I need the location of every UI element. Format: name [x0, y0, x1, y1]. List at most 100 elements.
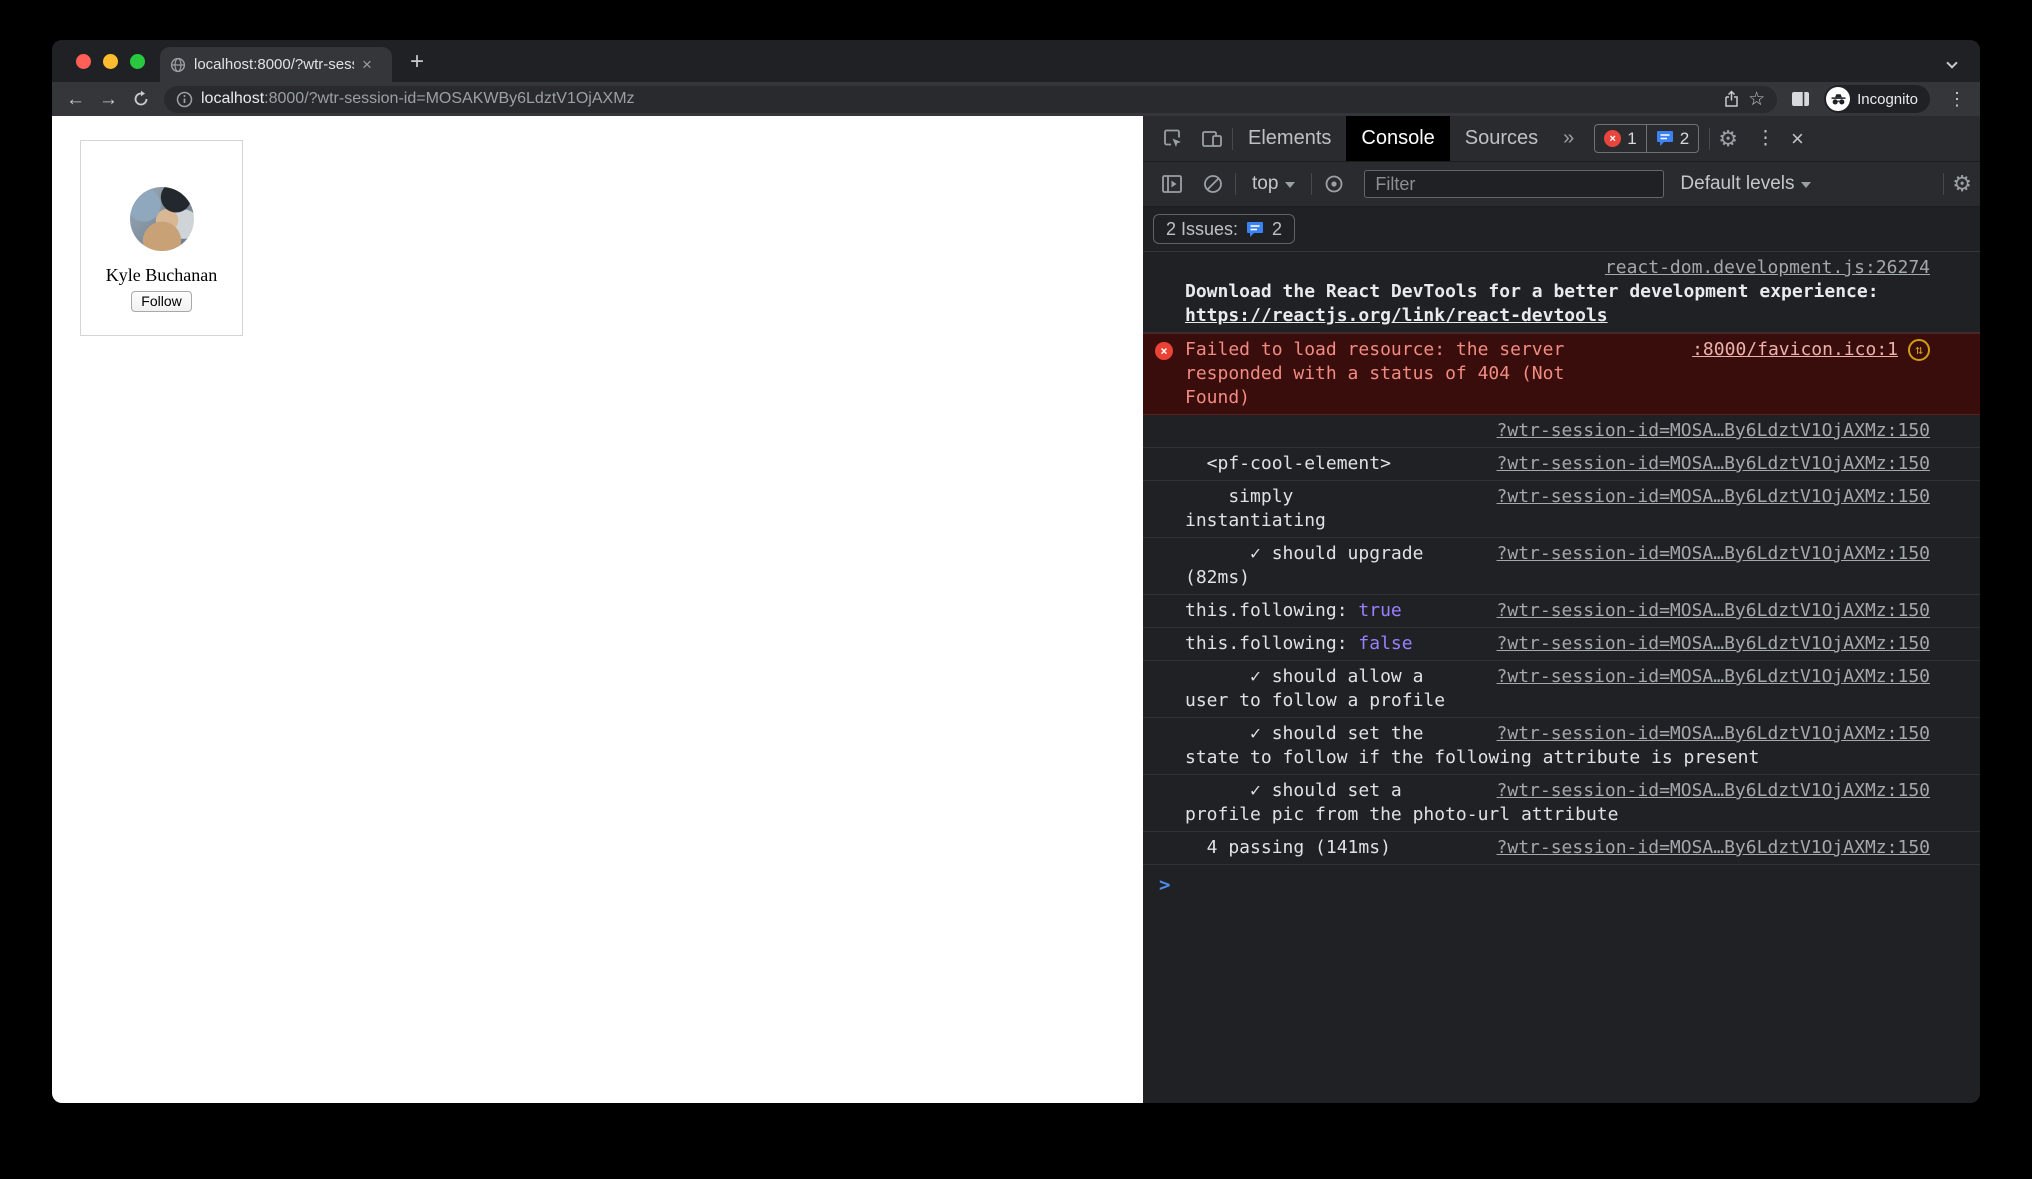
device-toolbar-icon[interactable]: [1201, 129, 1223, 149]
tab-sources[interactable]: Sources: [1450, 116, 1553, 161]
source-link[interactable]: ?wtr-session-id=MOSA…By6LdztV1OjAXMz:150: [1497, 632, 1930, 656]
side-panel-icon[interactable]: [1791, 91, 1810, 107]
tab-favicon-globe-icon: [170, 57, 186, 73]
minimize-window-button[interactable]: [103, 54, 118, 69]
console-text: ✓ should set a: [1185, 780, 1402, 801]
source-link-wrap: ?wtr-session-id=MOSA…By6LdztV1OjAXMz:150: [1497, 599, 1930, 623]
console-text: Found): [1185, 387, 1251, 408]
back-icon[interactable]: ←: [66, 90, 85, 109]
source-link-wrap: ?wtr-session-id=MOSA…By6LdztV1OjAXMz:150: [1497, 485, 1930, 509]
error-count-badge[interactable]: × 1: [1595, 125, 1645, 152]
source-link-wrap: ?wtr-session-id=MOSA…By6LdztV1OjAXMz:150: [1497, 779, 1930, 803]
console-row-log: ?wtr-session-id=MOSA…By6LdztV1OjAXMz:150…: [1143, 481, 1980, 538]
tab-elements[interactable]: Elements: [1233, 116, 1346, 161]
filter-input[interactable]: [1364, 170, 1665, 198]
console-line: responded with a status of 404 (Not: [1185, 362, 1930, 386]
issues-count: 2: [1679, 128, 1690, 148]
console-prompt[interactable]: >: [1143, 865, 1980, 896]
console-row-log: ?wtr-session-id=MOSA…By6LdztV1OjAXMz:150: [1143, 415, 1980, 448]
more-tabs-icon[interactable]: »: [1553, 127, 1584, 150]
console-line: https://reactjs.org/link/react-devtools: [1185, 304, 1930, 328]
error-count: 1: [1627, 128, 1637, 148]
context-label: top: [1252, 173, 1279, 194]
console-row-log: ?wtr-session-id=MOSA…By6LdztV1OjAXMz:150…: [1143, 775, 1980, 832]
console-text: Failed to load resource: the server: [1185, 339, 1565, 360]
tab-search-chevron-icon[interactable]: [1946, 54, 1958, 69]
issues-bar-count: 2: [1272, 218, 1283, 239]
inspect-element-icon[interactable]: [1162, 128, 1183, 149]
url-text[interactable]: localhost:8000/?wtr-session-id=MOSAKWBy6…: [201, 90, 1715, 108]
browser-toolbar: ← → localhost:8000/?wtr-session-id=MOSAK…: [52, 82, 1980, 116]
source-link[interactable]: ?wtr-session-id=MOSA…By6LdztV1OjAXMz:150: [1497, 485, 1930, 509]
source-link-wrap: ?wtr-session-id=MOSA…By6LdztV1OjAXMz:150: [1497, 542, 1930, 566]
status-badges: × 1 2: [1594, 124, 1700, 153]
source-link[interactable]: ?wtr-session-id=MOSA…By6LdztV1OjAXMz:150: [1497, 419, 1930, 443]
browser-menu-icon[interactable]: ⋮: [1944, 89, 1970, 110]
console-text: Download the React DevTools for a better…: [1185, 281, 1879, 302]
source-link[interactable]: ?wtr-session-id=MOSA…By6LdztV1OjAXMz:150: [1497, 722, 1930, 746]
share-icon[interactable]: [1723, 90, 1740, 108]
console-line: Download the React DevTools for a better…: [1185, 280, 1930, 304]
site-info-icon[interactable]: [176, 91, 193, 108]
console-text: instantiating: [1185, 510, 1326, 531]
devtools-settings-gear-icon[interactable]: ⚙: [1718, 126, 1738, 152]
source-link-wrap: ?wtr-session-id=MOSA…By6LdztV1OjAXMz:150: [1497, 665, 1930, 689]
issues-pill[interactable]: 2 Issues: 2: [1153, 214, 1296, 244]
tab-close-icon[interactable]: ×: [362, 56, 372, 73]
source-link[interactable]: ?wtr-session-id=MOSA…By6LdztV1OjAXMz:150: [1497, 452, 1930, 476]
live-expression-eye-icon[interactable]: [1324, 174, 1344, 194]
devtools-close-icon[interactable]: ×: [1791, 126, 1804, 152]
source-link[interactable]: ?wtr-session-id=MOSA…By6LdztV1OjAXMz:150: [1497, 599, 1930, 623]
new-tab-button[interactable]: +: [410, 48, 424, 76]
log-levels-selector[interactable]: Default levels: [1668, 173, 1823, 195]
source-link[interactable]: ?wtr-session-id=MOSA…By6LdztV1OjAXMz:150: [1497, 779, 1930, 803]
bookmark-star-icon[interactable]: ☆: [1748, 88, 1765, 111]
issues-count-badge[interactable]: 2: [1645, 125, 1698, 152]
close-window-button[interactable]: [76, 54, 91, 69]
source-link[interactable]: :8000/favicon.ico:1: [1692, 338, 1898, 362]
console-text: state to follow if the following attribu…: [1185, 747, 1760, 768]
network-request-icon[interactable]: ⇅: [1908, 339, 1930, 361]
source-link[interactable]: react-dom.development.js:26274: [1605, 256, 1930, 280]
devtools-menu-icon[interactable]: ⋮: [1756, 127, 1775, 150]
reload-icon[interactable]: [132, 90, 150, 108]
console-row-log: ?wtr-session-id=MOSA…By6LdztV1OjAXMz:150…: [1143, 448, 1980, 481]
source-link[interactable]: ?wtr-session-id=MOSA…By6LdztV1OjAXMz:150: [1497, 542, 1930, 566]
console-line: user to follow a profile: [1185, 689, 1930, 713]
console-row-error: ×:8000/favicon.ico:1 ⇅ Failed to load reso…: [1143, 333, 1980, 415]
console-line: Found): [1185, 386, 1930, 410]
forward-icon[interactable]: →: [99, 90, 118, 109]
console-text: ✓ should upgrade: [1185, 543, 1424, 564]
console-row-log: ?wtr-session-id=MOSA…By6LdztV1OjAXMz:150…: [1143, 832, 1980, 865]
clear-console-icon[interactable]: [1203, 174, 1223, 194]
url-host: localhost: [201, 90, 265, 107]
source-link-wrap: react-dom.development.js:26274: [1605, 256, 1930, 280]
console-row-log: ?wtr-session-id=MOSA…By6LdztV1OjAXMz:150…: [1143, 628, 1980, 661]
incognito-icon: [1826, 87, 1851, 111]
zoom-window-button[interactable]: [130, 54, 145, 69]
tab-console[interactable]: Console: [1346, 116, 1450, 161]
console-row-log: ?wtr-session-id=MOSA…By6LdztV1OjAXMz:150…: [1143, 661, 1980, 718]
url-path: :8000/?wtr-session-id=MOSAKWBy6LdztV1OjA…: [264, 90, 635, 107]
url-bar[interactable]: localhost:8000/?wtr-session-id=MOSAKWBy6…: [164, 85, 1778, 113]
log-levels-label: Default levels: [1680, 173, 1795, 194]
devtools-panel: Elements Console Sources » × 1 2 ⚙ ⋮ × t…: [1143, 116, 1980, 1103]
console-settings-gear-icon[interactable]: ⚙: [1952, 171, 1972, 197]
devtools-tabbar: Elements Console Sources » × 1 2 ⚙ ⋮ ×: [1143, 116, 1980, 162]
console-sidebar-icon[interactable]: [1161, 174, 1183, 194]
source-link[interactable]: ?wtr-session-id=MOSA…By6LdztV1OjAXMz:150: [1497, 665, 1930, 689]
issues-icon: [1656, 130, 1674, 147]
incognito-badge: Incognito: [1824, 85, 1930, 113]
console-text: simply: [1185, 486, 1294, 507]
console-line: (82ms): [1185, 566, 1930, 590]
console-text: https://reactjs.org/link/react-devtools: [1185, 305, 1608, 326]
context-selector[interactable]: top: [1240, 173, 1307, 195]
console-text: ✓ should set the: [1185, 723, 1424, 744]
source-link[interactable]: ?wtr-session-id=MOSA…By6LdztV1OjAXMz:150: [1497, 836, 1930, 860]
issues-label: 2 Issues:: [1166, 218, 1239, 239]
browser-tab[interactable]: localhost:8000/?wtr-session-i ×: [160, 47, 392, 82]
source-link-wrap: ?wtr-session-id=MOSA…By6LdztV1OjAXMz:150: [1497, 452, 1930, 476]
follow-button[interactable]: Follow: [131, 291, 192, 312]
console-line: profile pic from the photo-url attribute: [1185, 803, 1930, 827]
source-link-wrap: ?wtr-session-id=MOSA…By6LdztV1OjAXMz:150: [1497, 632, 1930, 656]
